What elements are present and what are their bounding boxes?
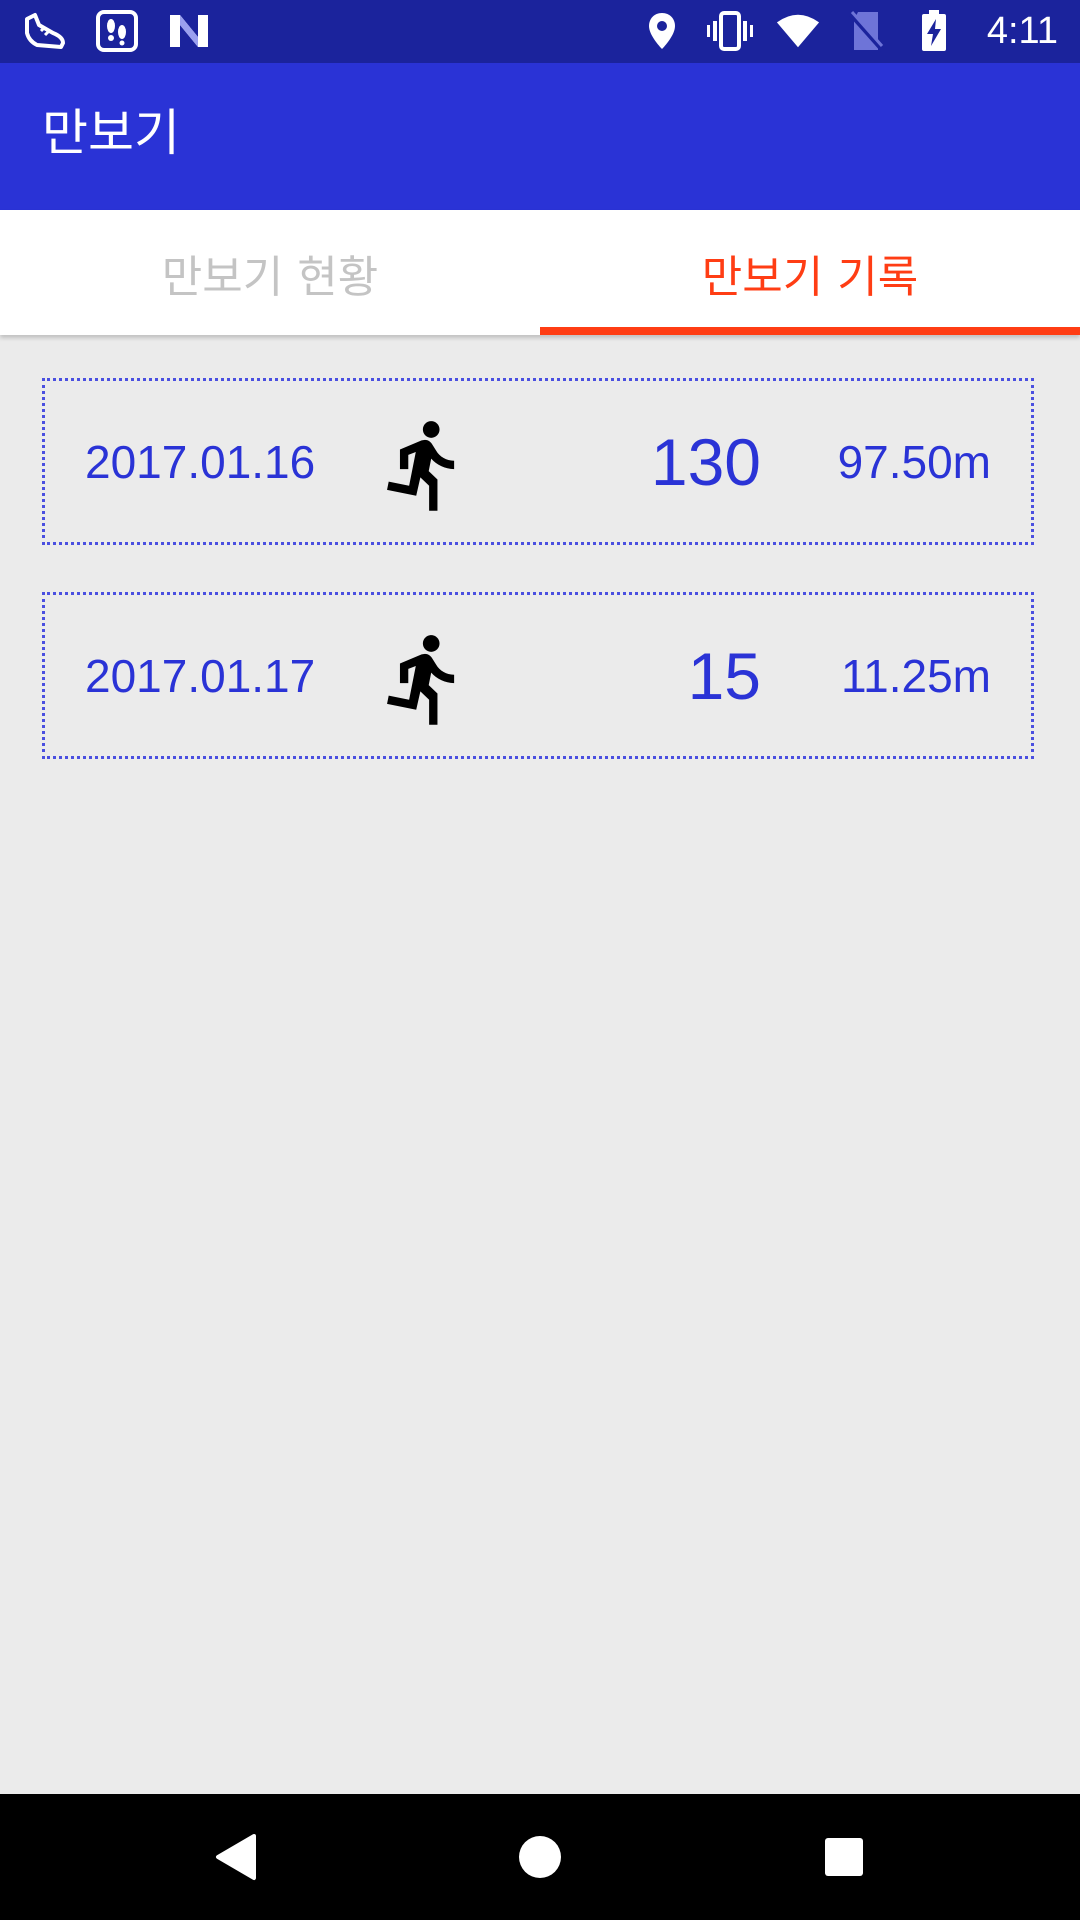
app-title: 만보기 — [42, 104, 180, 162]
no-sim-icon — [843, 8, 889, 54]
running-person-icon — [375, 411, 475, 519]
battery-charging-icon — [911, 8, 957, 54]
record-date: 2017.01.16 — [85, 435, 316, 488]
status-bar: 4:11 — [0, 0, 1080, 63]
tab-bar: 만보기 현황 만보기 기록 — [0, 210, 1080, 335]
app-bar: 만보기 — [0, 63, 1080, 210]
shoe-notification-icon — [22, 8, 68, 54]
back-icon[interactable] — [206, 1827, 266, 1887]
n-notification-icon — [166, 8, 212, 54]
recents-icon[interactable] — [814, 1827, 874, 1887]
navigation-bar — [0, 1794, 1080, 1920]
location-icon — [639, 8, 685, 54]
tab-pedometer-status[interactable]: 만보기 현황 — [0, 210, 540, 335]
list-item[interactable]: 2017.01.16 130 97.50m — [42, 378, 1034, 545]
home-icon[interactable] — [510, 1827, 570, 1887]
list-item[interactable]: 2017.01.17 15 11.25m — [42, 592, 1034, 759]
record-steps: 15 — [687, 638, 761, 713]
record-date: 2017.01.17 — [85, 649, 316, 702]
vibrate-icon — [706, 8, 753, 54]
record-steps: 130 — [650, 424, 761, 499]
running-person-icon — [375, 625, 475, 733]
tab-pedometer-history[interactable]: 만보기 기록 — [540, 210, 1080, 335]
record-distance: 11.25m — [840, 649, 991, 702]
record-distance: 97.50m — [837, 435, 991, 488]
wifi-icon — [775, 8, 821, 54]
clock: 4:11 — [986, 10, 1058, 52]
tab-indicator — [540, 327, 1080, 335]
footprints-notification-icon — [94, 8, 140, 54]
